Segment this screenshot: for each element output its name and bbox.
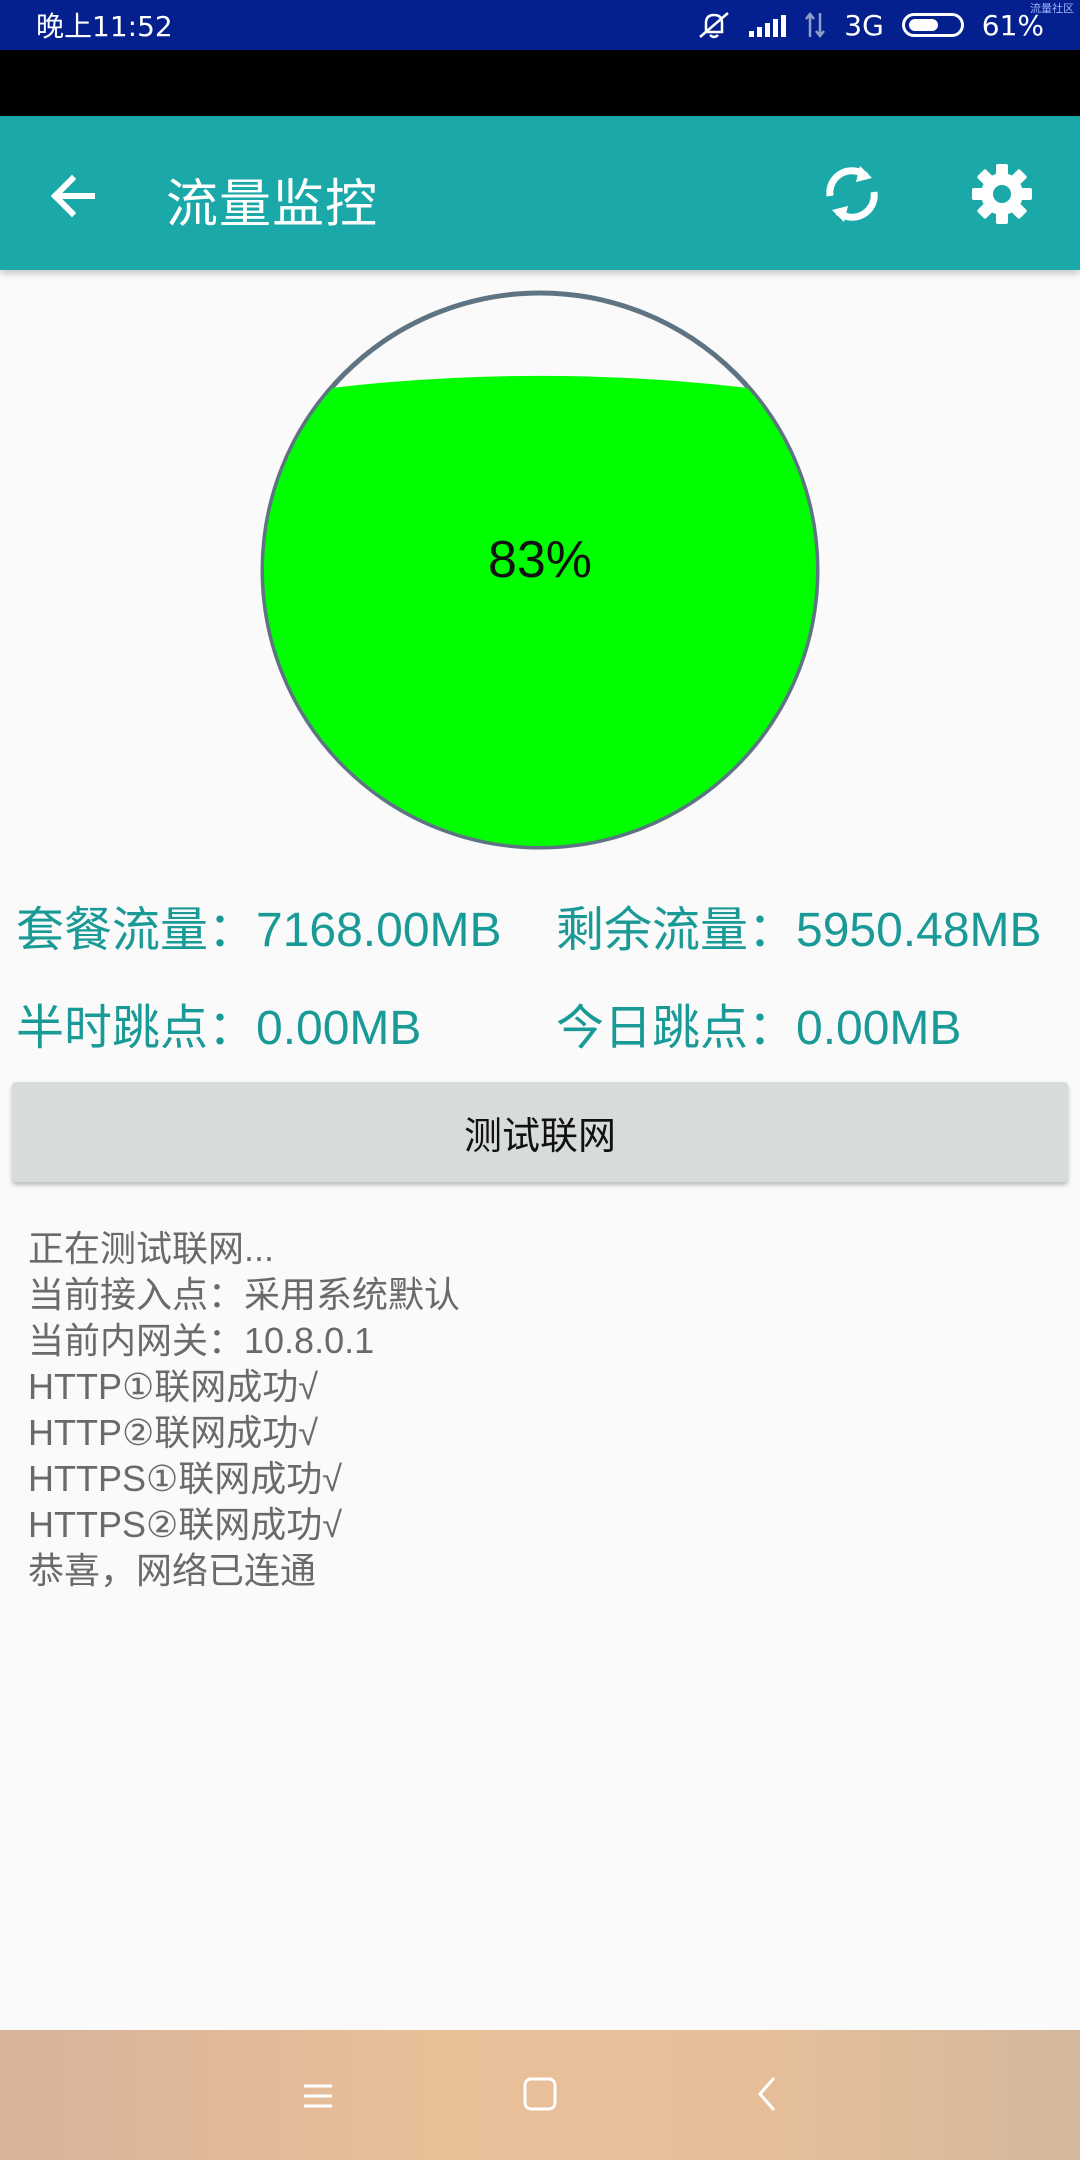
log-line: HTTP①联网成功√ (28, 1366, 319, 1407)
status-bar: 晚上11:52 3G 61% 流量社区 (0, 0, 1080, 50)
half-hour-jump: 半时跳点：0.00MB (16, 1002, 422, 1055)
signal-strength-icon (749, 13, 787, 37)
app-bar: 流量监控 (0, 116, 1080, 270)
today-jump: 今日跳点：0.00MB (556, 1002, 962, 1055)
data-activity-icon (805, 11, 826, 39)
gauge-fill (264, 375, 816, 846)
system-nav-bar (0, 2030, 1080, 2160)
log-line: 正在测试联网... (28, 1228, 275, 1269)
test-log: 正在测试联网... 当前接入点：采用系统默认 当前内网关：10.8.0.1 HT… (28, 1226, 1048, 1594)
gauge-percent: 83% (487, 531, 593, 589)
log-line: HTTPS①联网成功√ (28, 1458, 343, 1499)
arrow-left-icon[interactable] (44, 166, 104, 226)
traffic-gauge: 83% (260, 290, 820, 850)
log-line: 当前接入点：采用系统默认 (28, 1274, 461, 1315)
chevron-left-icon[interactable] (752, 2074, 782, 2114)
plan-traffic: 套餐流量：7168.00MB (16, 904, 502, 957)
screen: 晚上11:52 3G 61% 流量社区 流量监控 83% 套餐流量：7168.0… (0, 0, 1080, 2160)
sync-icon[interactable] (816, 158, 888, 230)
log-line: 恭喜，网络已连通 (28, 1550, 317, 1591)
page-title: 流量监控 (166, 175, 379, 235)
notch-strip (0, 50, 1080, 116)
mute-icon (699, 12, 730, 39)
remaining-traffic: 剩余流量：5950.48MB (556, 904, 1042, 957)
gear-icon[interactable] (966, 158, 1038, 230)
menu-icon[interactable] (298, 2076, 338, 2116)
network-type: 3G (844, 8, 884, 42)
log-line: 当前内网关：10.8.0.1 (28, 1320, 375, 1361)
battery-level (908, 19, 938, 31)
battery-icon (901, 13, 964, 37)
status-indicators: 3G 61% (697, 9, 1044, 42)
status-time: 晚上11:52 (36, 10, 173, 43)
corner-label: 流量社区 (1030, 2, 1074, 15)
home-square-icon[interactable] (522, 2076, 558, 2112)
log-line: HTTP②联网成功√ (28, 1412, 319, 1453)
log-line: HTTPS②联网成功√ (28, 1504, 343, 1545)
test-network-button[interactable]: 测试联网 (12, 1082, 1068, 1182)
